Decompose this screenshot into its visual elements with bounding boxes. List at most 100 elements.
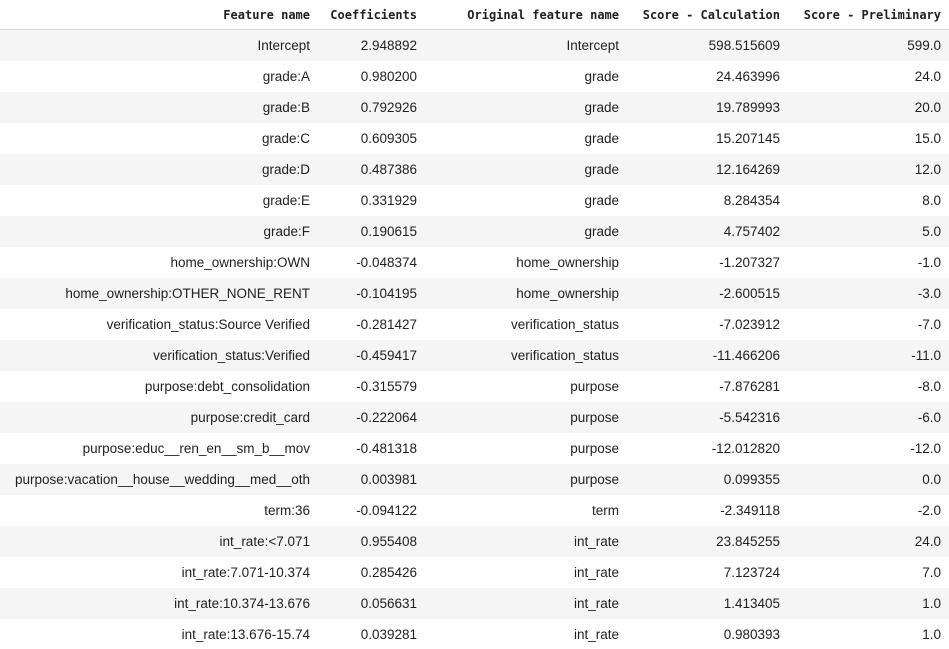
cell-original-feature-name: home_ownership — [425, 278, 627, 309]
cell-feature-name: grade:D — [0, 154, 318, 185]
cell-original-feature-name: purpose — [425, 464, 627, 495]
cell-feature-name: purpose:vacation__house__wedding__med__o… — [0, 464, 318, 495]
cell-coefficient: -0.048374 — [318, 247, 425, 278]
cell-score-calculation: 19.789993 — [627, 92, 788, 123]
table-row: grade:F 0.190615 grade 4.757402 5.0 — [0, 216, 949, 247]
table-header: Feature name Coefficients Original featu… — [0, 0, 949, 30]
cell-coefficient: 0.792926 — [318, 92, 425, 123]
cell-coefficient: 0.056631 — [318, 588, 425, 619]
cell-feature-name: home_ownership:OTHER_NONE_RENT — [0, 278, 318, 309]
cell-original-feature-name: purpose — [425, 371, 627, 402]
cell-original-feature-name: grade — [425, 123, 627, 154]
cell-feature-name: grade:E — [0, 185, 318, 216]
table-row: grade:C 0.609305 grade 15.207145 15.0 — [0, 123, 949, 154]
cell-score-calculation: -12.012820 — [627, 433, 788, 464]
cell-score-calculation: -7.023912 — [627, 309, 788, 340]
cell-score-preliminary: 24.0 — [788, 61, 949, 92]
table-row: Intercept 2.948892 Intercept 598.515609 599.… — [0, 29, 949, 61]
cell-original-feature-name: grade — [425, 185, 627, 216]
scorecard-table: Feature name Coefficients Original featu… — [0, 0, 949, 649]
cell-coefficient: 0.487386 — [318, 154, 425, 185]
cell-score-preliminary: -1.0 — [788, 247, 949, 278]
cell-coefficient: 0.980200 — [318, 61, 425, 92]
cell-score-calculation: 7.123724 — [627, 557, 788, 588]
cell-score-preliminary: 0.0 — [788, 464, 949, 495]
header-score-preliminary: Score - Preliminary — [788, 0, 949, 30]
cell-score-preliminary: -12.0 — [788, 433, 949, 464]
table-row: purpose:educ__ren_en__sm_b__mov -0.481318… — [0, 433, 949, 464]
cell-score-calculation: 23.845255 — [627, 526, 788, 557]
cell-score-preliminary: 599.0 — [788, 29, 949, 61]
cell-original-feature-name: Intercept — [425, 29, 627, 61]
cell-feature-name: grade:B — [0, 92, 318, 123]
header-original-feature-name: Original feature name — [425, 0, 627, 30]
cell-score-calculation: 15.207145 — [627, 123, 788, 154]
cell-score-calculation: 24.463996 — [627, 61, 788, 92]
table-row: int_rate:<7.071 0.955408 int_rate 23.845255… — [0, 526, 949, 557]
table-row: int_rate:7.071-10.374 0.285426 int_rate 7.1… — [0, 557, 949, 588]
table-row: int_rate:10.374-13.676 0.056631 int_rate 1.… — [0, 588, 949, 619]
cell-score-preliminary: -11.0 — [788, 340, 949, 371]
cell-coefficient: 0.285426 — [318, 557, 425, 588]
cell-coefficient: 0.955408 — [318, 526, 425, 557]
table-row: grade:B 0.792926 grade 19.789993 20.0 — [0, 92, 949, 123]
cell-score-calculation: 8.284354 — [627, 185, 788, 216]
cell-coefficient: 0.331929 — [318, 185, 425, 216]
header-feature-name: Feature name — [0, 0, 318, 30]
table-row: home_ownership:OTHER_NONE_RENT -0.104195 h… — [0, 278, 949, 309]
cell-coefficient: -0.222064 — [318, 402, 425, 433]
cell-coefficient: -0.315579 — [318, 371, 425, 402]
cell-score-calculation: -11.466206 — [627, 340, 788, 371]
cell-feature-name: int_rate:7.071-10.374 — [0, 557, 318, 588]
cell-score-preliminary: 5.0 — [788, 216, 949, 247]
table-row: purpose:credit_card -0.222064 purpose -5.54… — [0, 402, 949, 433]
cell-coefficient: -0.281427 — [318, 309, 425, 340]
cell-original-feature-name: grade — [425, 154, 627, 185]
cell-original-feature-name: purpose — [425, 433, 627, 464]
cell-original-feature-name: home_ownership — [425, 247, 627, 278]
cell-feature-name: Intercept — [0, 29, 318, 61]
cell-original-feature-name: int_rate — [425, 557, 627, 588]
cell-feature-name: grade:C — [0, 123, 318, 154]
cell-feature-name: purpose:debt_consolidation — [0, 371, 318, 402]
cell-original-feature-name: verification_status — [425, 309, 627, 340]
cell-original-feature-name: int_rate — [425, 588, 627, 619]
cell-feature-name: int_rate:13.676-15.74 — [0, 619, 318, 649]
cell-original-feature-name: grade — [425, 92, 627, 123]
table-row: purpose:debt_consolidation -0.315579 purpo… — [0, 371, 949, 402]
table-row: verification_status:Verified -0.459417 ver… — [0, 340, 949, 371]
cell-original-feature-name: grade — [425, 61, 627, 92]
cell-coefficient: 0.190615 — [318, 216, 425, 247]
cell-score-preliminary: -7.0 — [788, 309, 949, 340]
cell-feature-name: int_rate:10.374-13.676 — [0, 588, 318, 619]
cell-score-calculation: 0.980393 — [627, 619, 788, 649]
header-row: Feature name Coefficients Original featu… — [0, 0, 949, 30]
table-row: verification_status:Source Verified -0.28… — [0, 309, 949, 340]
cell-score-preliminary: -2.0 — [788, 495, 949, 526]
cell-feature-name: term:36 — [0, 495, 318, 526]
table-row: grade:E 0.331929 grade 8.284354 8.0 — [0, 185, 949, 216]
cell-score-preliminary: 8.0 — [788, 185, 949, 216]
cell-score-preliminary: 12.0 — [788, 154, 949, 185]
cell-score-calculation: -2.349118 — [627, 495, 788, 526]
cell-original-feature-name: term — [425, 495, 627, 526]
header-coefficients: Coefficients — [318, 0, 425, 30]
cell-coefficient: 0.039281 — [318, 619, 425, 649]
cell-score-preliminary: 1.0 — [788, 619, 949, 649]
table-row: int_rate:13.676-15.74 0.039281 int_rate 0.9… — [0, 619, 949, 649]
table-row: purpose:vacation__house__wedding__med__o… — [0, 464, 949, 495]
table-row: term:36 -0.094122 term -2.349118 -2.0 — [0, 495, 949, 526]
cell-score-calculation: 1.413405 — [627, 588, 788, 619]
cell-score-calculation: -2.600515 — [627, 278, 788, 309]
cell-original-feature-name: purpose — [425, 402, 627, 433]
cell-feature-name: purpose:educ__ren_en__sm_b__mov — [0, 433, 318, 464]
cell-score-calculation: 0.099355 — [627, 464, 788, 495]
table-row: home_ownership:OWN -0.048374 home_ownershi… — [0, 247, 949, 278]
cell-feature-name: grade:A — [0, 61, 318, 92]
header-score-calculation: Score - Calculation — [627, 0, 788, 30]
cell-feature-name: int_rate:<7.071 — [0, 526, 318, 557]
cell-original-feature-name: int_rate — [425, 526, 627, 557]
cell-score-preliminary: 15.0 — [788, 123, 949, 154]
cell-score-calculation: -7.876281 — [627, 371, 788, 402]
cell-original-feature-name: int_rate — [425, 619, 627, 649]
